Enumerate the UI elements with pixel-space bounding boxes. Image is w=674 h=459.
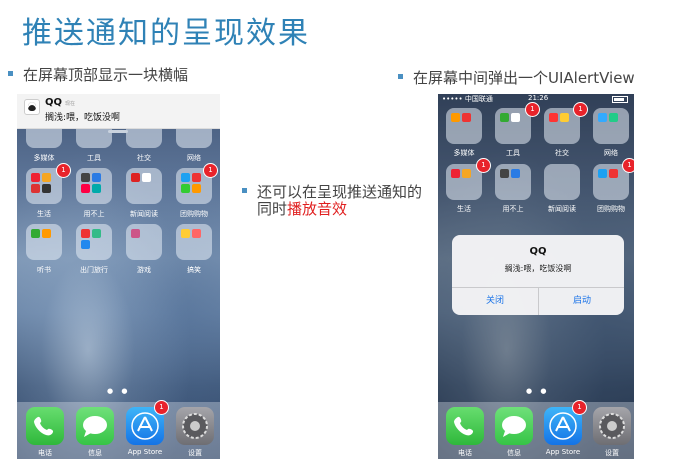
folder-label: 团购购物: [597, 205, 625, 213]
dock-label: 电话: [38, 449, 52, 457]
folder-multimedia[interactable]: [446, 108, 482, 144]
folder-label: 新闻阅读: [130, 210, 158, 218]
phone-banner-screenshot: 多媒体 工具 社交 网络 1 1 生活 用不上 新闻阅读 团购购物 听书 出门旅…: [17, 94, 220, 459]
qq-app-icon: [24, 99, 40, 115]
slide-title: 推送通知的呈现效果: [22, 16, 310, 51]
bullet-sound: 还可以在呈现推送通知的同时播放音效: [242, 184, 427, 218]
folder-label: 生活: [457, 205, 471, 213]
folder-label: 多媒体: [453, 149, 475, 157]
folder-label: 游戏: [137, 266, 151, 274]
folder-news-reading[interactable]: [544, 164, 580, 200]
push-banner[interactable]: QQ 现在 搁浅:喂，吃饭没啊: [17, 94, 220, 129]
folder-unused[interactable]: [76, 168, 112, 204]
notification-badge: 1: [476, 158, 491, 173]
bullet-marker: [8, 71, 13, 76]
folder-games[interactable]: [126, 224, 162, 260]
page-indicator: ● ●: [526, 387, 550, 395]
folder-label: 网络: [604, 149, 618, 157]
dock-label: 设置: [188, 449, 202, 457]
launch-button[interactable]: 启动: [539, 287, 625, 315]
messages-app-icon[interactable]: [495, 407, 533, 445]
folder-label: 社交: [137, 154, 151, 162]
dock-label: 设置: [605, 449, 619, 457]
folder-label: 社交: [555, 149, 569, 157]
bullet-marker: [398, 74, 403, 79]
folder-label: 生活: [37, 210, 51, 218]
notification-badge: 1: [154, 400, 169, 415]
folder-label: 多媒体: [33, 154, 55, 162]
battery-icon: [612, 96, 628, 103]
dock-label: 信息: [88, 449, 102, 457]
folder-news-reading[interactable]: [126, 168, 162, 204]
carrier-label: ••••• 中国联通: [442, 95, 493, 103]
notification-badge: 1: [573, 102, 588, 117]
bullet-sound-highlight: 播放音效: [287, 200, 348, 218]
alert-view: QQ 搁浅:喂，吃饭没啊 关闭 启动: [452, 235, 624, 315]
folder-unused[interactable]: [495, 164, 531, 200]
dock: 1 电话 信息 App Store 设置: [438, 400, 634, 459]
folder-label: 出门旅行: [80, 266, 108, 274]
notification-badge: 1: [203, 163, 218, 178]
bullet-banner: 在屏幕顶部显示一块横幅: [8, 64, 188, 85]
messages-app-icon[interactable]: [76, 407, 114, 445]
dock-label: 信息: [507, 449, 521, 457]
alert-message: 搁浅:喂，吃饭没啊: [504, 264, 572, 273]
phone-app-icon[interactable]: [446, 407, 484, 445]
folder-label: 新闻阅读: [548, 205, 576, 213]
phone-app-icon[interactable]: [26, 407, 64, 445]
bullet-marker: [242, 188, 247, 193]
folder-label: 听书: [37, 266, 51, 274]
alert-title: QQ: [529, 246, 547, 257]
folder-label: 工具: [506, 149, 520, 157]
folder-label: 搞笑: [187, 266, 201, 274]
dock-label: App Store: [127, 448, 163, 456]
notification-badge: 1: [622, 158, 634, 173]
folder-label: 用不上: [83, 210, 105, 218]
folder-audiobooks[interactable]: [26, 224, 62, 260]
notification-badge: 1: [56, 163, 71, 178]
settings-app-icon[interactable]: [176, 407, 214, 445]
banner-time: 现在: [65, 101, 76, 107]
settings-app-icon[interactable]: [593, 407, 631, 445]
clock: 21:26: [528, 94, 549, 102]
close-button[interactable]: 关闭: [452, 287, 538, 315]
page-indicator: ● ●: [107, 387, 131, 395]
status-bar: ••••• 中国联通 21:26: [438, 94, 634, 103]
bullet-alert-text: 在屏幕中间弹出一个UIAlertView: [413, 69, 635, 87]
notification-badge: 1: [572, 400, 587, 415]
bullet-banner-text: 在屏幕顶部显示一块横幅: [23, 66, 189, 84]
folder-label: 团购购物: [180, 210, 208, 218]
folder-label: 工具: [87, 154, 101, 162]
dock-label: 电话: [458, 449, 472, 457]
dock-label: App Store: [545, 448, 581, 456]
banner-app-name: QQ: [45, 97, 63, 108]
folder-label: 用不上: [502, 205, 524, 213]
folder-network[interactable]: [593, 108, 629, 144]
folder-funny[interactable]: [176, 224, 212, 260]
phone-alert-screenshot: ••••• 中国联通 21:26 1 1 多媒体 工具 社交 网络 1 1 生活…: [438, 94, 634, 459]
folder-travel[interactable]: [76, 224, 112, 260]
folder-label: 网络: [187, 154, 201, 162]
banner-message: 搁浅:喂，吃饭没啊: [45, 113, 121, 123]
dock: 1 电话 信息 App Store 设置: [17, 400, 220, 459]
bullet-alert: 在屏幕中间弹出一个UIAlertView: [398, 67, 635, 88]
banner-grab-handle[interactable]: [108, 130, 128, 133]
notification-badge: 1: [525, 102, 540, 117]
